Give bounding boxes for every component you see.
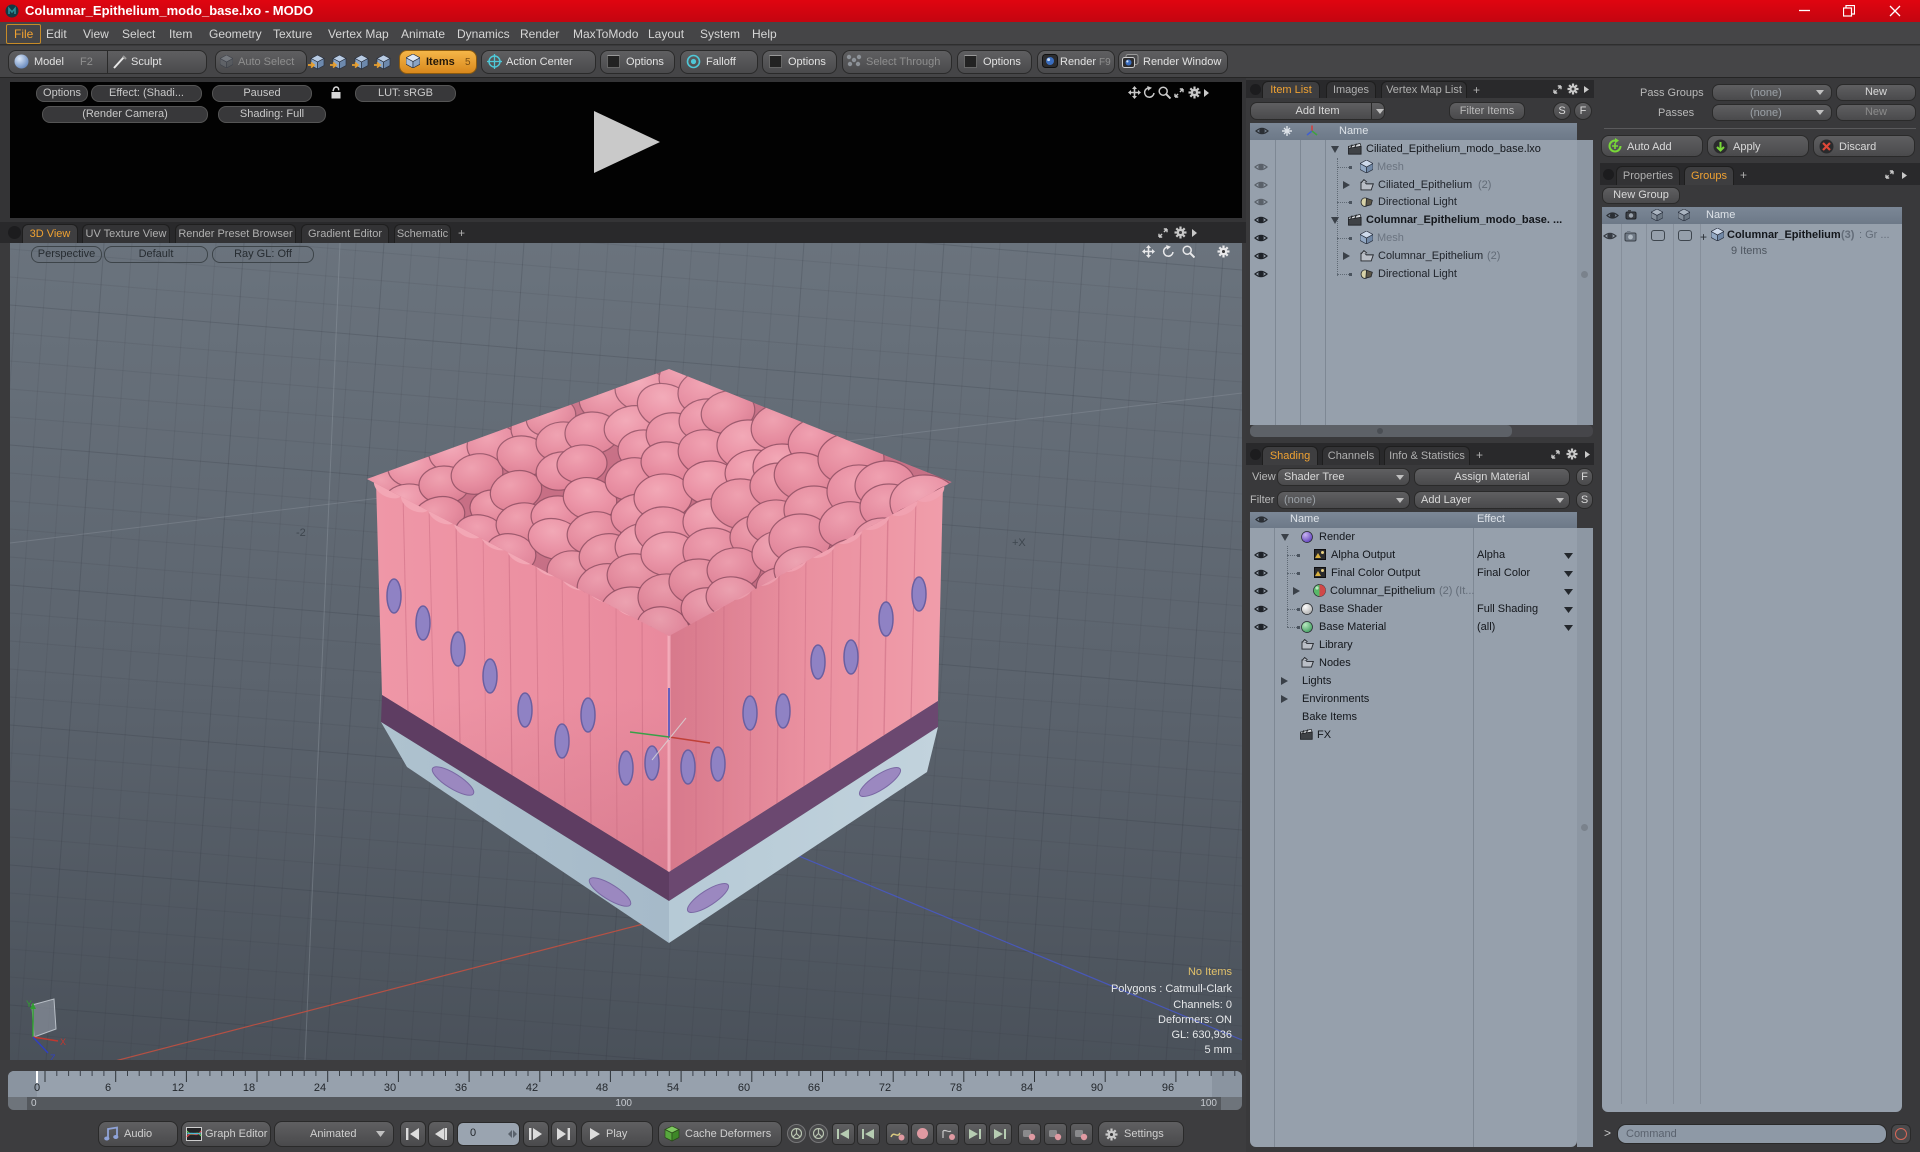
- svg-text:X: X: [60, 1037, 66, 1047]
- svg-text:Y: Y: [26, 999, 32, 1009]
